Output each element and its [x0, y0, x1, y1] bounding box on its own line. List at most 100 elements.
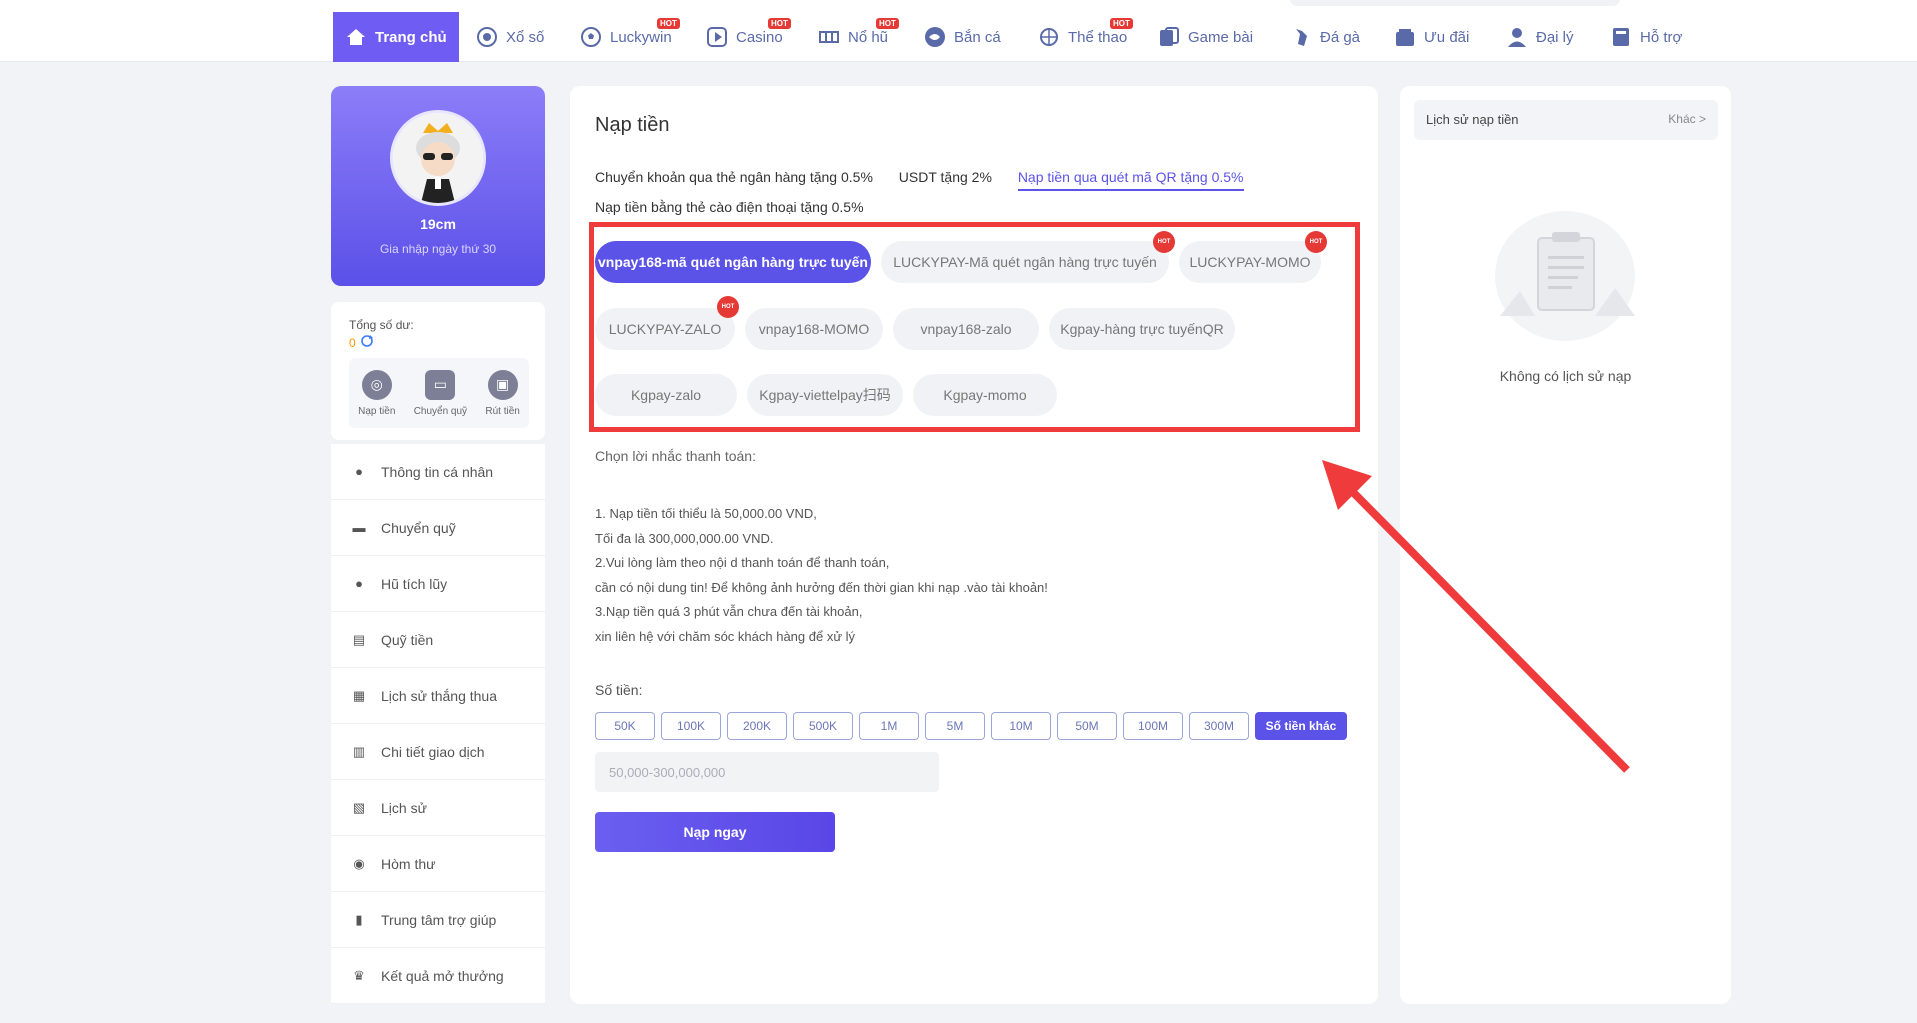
nav-item-agent[interactable]: Đại lý: [1506, 12, 1574, 62]
nav-label: Thể thao: [1068, 28, 1128, 46]
nav-item-sports[interactable]: Thể thao HOT: [1038, 12, 1133, 62]
nav-label: Ưu đãi: [1424, 28, 1470, 46]
nav-item-casino[interactable]: Casino HOT: [706, 12, 791, 62]
soccer-ball-icon: [580, 26, 602, 48]
nav-item-fishing[interactable]: Bắn cá: [924, 12, 1001, 62]
withdraw-button[interactable]: ▣ Rút tiền: [485, 369, 520, 417]
history-icon: ▦: [352, 687, 366, 703]
amount-label: Số tiền:: [595, 682, 643, 698]
trophy-icon: ♛: [353, 967, 365, 983]
avatar[interactable]: [390, 110, 486, 206]
hot-badge: HOT: [876, 18, 899, 29]
nav-label: Đá gà: [1320, 28, 1361, 46]
deposit-now-button[interactable]: Nạp ngay: [595, 812, 835, 852]
nav-label: Hỗ trợ: [1640, 28, 1683, 46]
fund-icon: ▤: [352, 631, 366, 647]
top-search-bar[interactable]: [1290, 0, 1620, 6]
menu-label: Quỹ tiền: [381, 631, 434, 648]
hint-line: 2.Vui lòng làm theo nội d thanh toán để …: [595, 555, 890, 570]
deposit-button[interactable]: ◎ Nạp tiền: [358, 369, 396, 417]
nav-label: Bắn cá: [954, 28, 1001, 46]
menu-item-transactions[interactable]: ▥ Chi tiết giao dịch: [331, 724, 545, 780]
nav-item-card-games[interactable]: Game bài: [1158, 12, 1253, 62]
menu-label: Kết quả mở thưởng: [381, 967, 504, 984]
main-nav: Trang chủ Xổ số Luckywin HOT Casino HOT …: [0, 12, 1917, 62]
menu-label: Chi tiết giao dịch: [381, 743, 485, 760]
menu-item-transfer[interactable]: ▬ Chuyển quỹ: [331, 500, 545, 556]
gift-icon: [1394, 26, 1416, 48]
sport-icon: [1038, 26, 1060, 48]
tab-bank-transfer[interactable]: Chuyển khoản qua thẻ ngân hàng tặng 0.5%: [595, 162, 873, 192]
nav-item-promotions[interactable]: Ưu đãi: [1394, 12, 1469, 62]
menu-label: Trung tâm trợ giúp: [381, 911, 497, 928]
records-icon: ▧: [352, 799, 366, 815]
help-icon: ▮: [355, 911, 363, 927]
action-label: Rút tiền: [485, 405, 520, 417]
refresh-icon[interactable]: [360, 334, 374, 351]
balance-value: 0: [349, 334, 374, 351]
action-label: Nạp tiền: [358, 405, 396, 417]
joined-days: Gia nhập ngày thứ 30: [379, 242, 497, 256]
tab-usdt[interactable]: USDT tặng 2%: [899, 162, 992, 192]
amount-chip[interactable]: 300M: [1189, 712, 1249, 740]
home-icon: [345, 26, 367, 48]
nav-item-cockfight[interactable]: Đá gà: [1290, 12, 1360, 62]
lottery-icon: [476, 26, 498, 48]
amount-chip[interactable]: 1M: [859, 712, 919, 740]
support-icon: [1610, 26, 1632, 48]
other-amount-button[interactable]: Số tiền khác: [1255, 712, 1347, 740]
amount-chip[interactable]: 100M: [1123, 712, 1183, 740]
menu-item-mailbox[interactable]: ◉ Hòm thư: [331, 836, 545, 892]
transactions-icon: ▥: [352, 743, 366, 759]
amount-chip[interactable]: 50K: [595, 712, 655, 740]
menu-item-jar[interactable]: ● Hũ tích lũy: [331, 556, 545, 612]
username: 19cm: [420, 216, 456, 232]
history-more-link[interactable]: Khác >: [1668, 112, 1706, 126]
amount-chip[interactable]: 500K: [793, 712, 853, 740]
profile-card: 19cm Gia nhập ngày thứ 30: [331, 86, 545, 286]
amount-chip[interactable]: 5M: [925, 712, 985, 740]
menu-label: Lịch sử thắng thua: [381, 687, 498, 704]
nav-label: Xổ số: [506, 28, 545, 46]
nav-item-home[interactable]: Trang chủ: [333, 12, 459, 62]
menu-item-results[interactable]: ♛ Kết quả mở thưởng: [331, 948, 545, 1004]
mail-icon: ◉: [353, 855, 365, 871]
tab-qr-scan[interactable]: Nạp tiền qua quét mã QR tặng 0.5%: [1017, 165, 1244, 191]
balance-amount: 0: [349, 335, 356, 350]
nav-item-slots[interactable]: Nổ hũ HOT: [818, 12, 899, 62]
nav-item-lottery[interactable]: Xổ số: [476, 12, 544, 62]
user-icon: ●: [355, 464, 363, 479]
payment-hints: 1. Nạp tiền tối thiểu là 50,000.00 VND, …: [595, 502, 1048, 649]
rooster-icon: [1290, 26, 1312, 48]
slot-icon: [818, 26, 840, 48]
menu-item-history[interactable]: ▧ Lịch sử: [331, 780, 545, 836]
history-header[interactable]: Lịch sử nạp tiền Khác >: [1414, 100, 1718, 140]
wallet-icon: ▬: [352, 520, 366, 535]
amount-chip[interactable]: 50M: [1057, 712, 1117, 740]
fish-icon: [924, 26, 946, 48]
nav-item-luckywin[interactable]: Luckywin HOT: [580, 12, 680, 62]
history-panel: Lịch sử nạp tiền Khác > Không có lịch sử…: [1400, 86, 1731, 1004]
menu-item-personal-info[interactable]: ● Thông tin cá nhân: [331, 444, 545, 500]
jar-icon: ●: [355, 576, 363, 591]
amount-chip[interactable]: 200K: [727, 712, 787, 740]
wallet-icon: ▭: [425, 369, 456, 400]
amount-chip[interactable]: 100K: [661, 712, 721, 740]
cards-icon: [1158, 26, 1180, 48]
menu-label: Hòm thư: [381, 855, 436, 872]
menu-item-fund[interactable]: ▤ Quỹ tiền: [331, 612, 545, 668]
menu-item-help-center[interactable]: ▮ Trung tâm trợ giúp: [331, 892, 545, 948]
nav-item-support[interactable]: Hỗ trợ: [1610, 12, 1682, 62]
page-title: Nạp tiền: [595, 114, 670, 136]
amount-chip[interactable]: 10M: [991, 712, 1051, 740]
amount-input[interactable]: [595, 752, 939, 792]
menu-label: Chuyển quỹ: [381, 519, 456, 536]
agent-icon: [1506, 26, 1528, 48]
hint-line: cần có nội dung tin! Để không ảnh hưởng …: [595, 579, 1048, 595]
hot-badge: HOT: [657, 18, 680, 29]
transfer-button[interactable]: ▭ Chuyển quỹ: [414, 369, 467, 417]
menu-item-win-loss-history[interactable]: ▦ Lịch sử thắng thua: [331, 668, 545, 724]
balance-label: Tổng số dư:: [349, 318, 414, 332]
tab-phone-card[interactable]: Nạp tiền bằng thẻ cào điện thoại tặng 0.…: [595, 192, 864, 222]
hot-badge: HOT: [768, 18, 791, 29]
